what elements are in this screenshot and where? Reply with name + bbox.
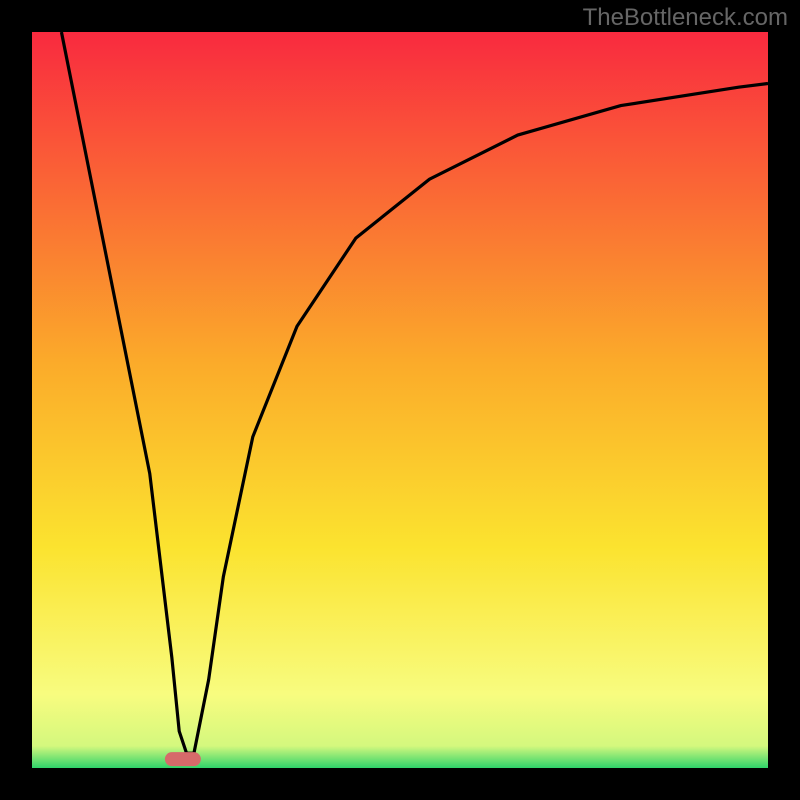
frame-bottom — [0, 768, 800, 800]
gradient-background — [32, 32, 768, 768]
watermark-text: TheBottleneck.com — [583, 4, 788, 32]
frame-left — [0, 0, 32, 800]
chart-svg — [0, 0, 800, 800]
frame-right — [768, 0, 800, 800]
chart-container — [0, 0, 800, 800]
minimum-marker — [165, 752, 201, 766]
